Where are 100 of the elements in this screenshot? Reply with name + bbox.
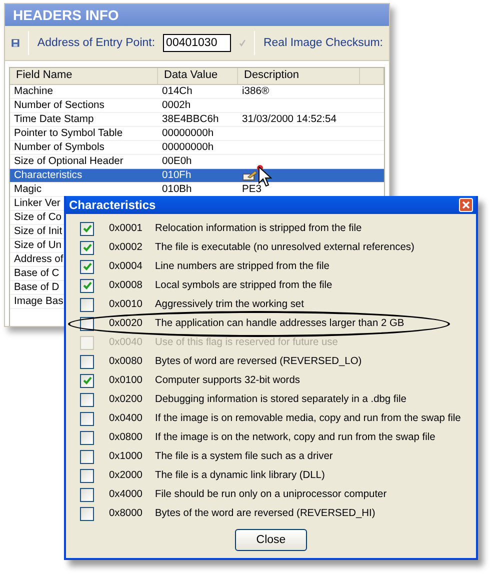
flag-row[interactable]: 0x0800 If the image is on the network, copy and run from the swap file xyxy=(80,428,476,447)
flag-description: Computer supports 32-bit words xyxy=(155,375,300,386)
flag-row[interactable]: 0x0400 If the image is on removable media, copy and run from the swap file xyxy=(80,409,476,428)
table-cell: 00E0h xyxy=(162,155,192,168)
table-cell: 014Ch xyxy=(162,85,192,98)
flag-row[interactable]: 0x0080 Bytes of word are reversed (REVERSED_LO) xyxy=(80,352,476,371)
window-title: HEADERS INFO xyxy=(5,4,389,26)
close-icon[interactable] xyxy=(459,198,473,212)
flag-code: 0x0001 xyxy=(109,223,144,234)
checkbox[interactable] xyxy=(80,450,94,464)
flag-code: 0x0020 xyxy=(109,318,144,329)
flag-code: 0x1000 xyxy=(109,451,144,462)
checkbox[interactable] xyxy=(80,354,94,368)
close-button[interactable]: Close xyxy=(235,529,307,551)
flag-description: File should be run only on a uniprocessor computer xyxy=(155,489,387,500)
flag-description: Bytes of the word are reversed (REVERSED_HI) xyxy=(155,508,376,519)
flag-code: 0x0002 xyxy=(109,242,144,253)
flag-row[interactable]: 0x0100 Computer supports 32-bit words xyxy=(80,371,476,390)
check-icon xyxy=(82,281,92,290)
flag-code: 0x0040 xyxy=(109,337,144,348)
column-header[interactable]: Description xyxy=(238,68,360,84)
flag-code: 0x0010 xyxy=(109,299,144,310)
flag-code: 0x0800 xyxy=(109,432,144,443)
flag-row[interactable]: 0x0010 Aggressively trim the working set xyxy=(80,295,476,314)
checkbox[interactable] xyxy=(80,260,94,274)
flag-code: 0x8000 xyxy=(109,508,144,519)
flag-row[interactable]: 0x0200 Debugging information is stored separately in a .dbg file xyxy=(80,390,476,409)
column-header[interactable]: Field Name xyxy=(10,68,158,84)
table-cell: Magic xyxy=(14,183,42,196)
check-icon xyxy=(82,243,92,252)
table-row[interactable]: Number of Symbols 00000000h xyxy=(10,141,384,155)
edit-icon[interactable] xyxy=(242,170,258,181)
table-row[interactable]: Number of Sections 0002h xyxy=(10,99,384,113)
table-row[interactable]: Machine 014Ch i386® xyxy=(10,85,384,99)
table-cell: Image Bas xyxy=(14,295,64,308)
column-header[interactable]: Data Value xyxy=(158,68,238,84)
flag-code: 0x0008 xyxy=(109,280,144,291)
checkbox[interactable] xyxy=(80,392,94,406)
flag-description: The file is a system file such as a driver xyxy=(155,451,333,462)
checksum-label: Real Image Checksum: xyxy=(263,37,384,49)
flag-description: Local symbols are stripped from the file xyxy=(155,280,332,291)
flag-row[interactable]: 0x0001 Relocation information is stripped from the file xyxy=(80,219,476,238)
flag-description: Relocation information is stripped from the file xyxy=(155,223,362,234)
checkbox[interactable] xyxy=(80,240,94,254)
checkbox[interactable] xyxy=(80,374,94,388)
checkbox[interactable] xyxy=(80,412,94,426)
entry-point-label: Address of Entry Point: xyxy=(37,37,156,49)
flag-description: Aggressively trim the working set xyxy=(155,299,304,310)
table-row[interactable]: Characteristics 010Fh xyxy=(10,169,384,183)
table-cell: Size of Init xyxy=(14,225,62,238)
flag-row[interactable]: 0x0008 Local symbols are stripped from the file xyxy=(80,276,476,295)
checkbox[interactable] xyxy=(80,430,94,444)
checkbox[interactable] xyxy=(80,468,94,482)
flag-row[interactable]: 0x0002 The file is executable (no unresolved external references) xyxy=(80,238,476,257)
check-icon xyxy=(82,224,92,233)
flag-code: 0x0080 xyxy=(109,356,144,367)
check-icon xyxy=(82,376,92,385)
checkbox[interactable] xyxy=(80,316,94,330)
flag-description: The file is a dynamic link library (DLL) xyxy=(155,470,325,481)
flag-row[interactable]: 0x8000 Bytes of the word are reversed (REVERSED_HI) xyxy=(80,504,476,523)
flag-description: If the image is on the network, copy and run from the swap file xyxy=(155,432,436,443)
checkbox[interactable] xyxy=(80,222,94,236)
flag-row[interactable]: 0x1000 The file is a system file such as a driver xyxy=(80,447,476,466)
flag-description: The file is executable (no unresolved external references) xyxy=(155,242,414,253)
table-cell: Address of xyxy=(14,253,64,266)
checkbox[interactable] xyxy=(80,278,94,292)
flag-code: 0x0200 xyxy=(109,394,144,405)
flag-description: Bytes of word are reversed (REVERSED_LO) xyxy=(155,356,362,367)
table-cell: PE3 xyxy=(242,183,262,196)
flag-code: 0x2000 xyxy=(109,470,144,481)
checkbox[interactable] xyxy=(80,298,94,312)
entry-point-field[interactable]: 00401030 xyxy=(163,34,232,52)
flag-row[interactable]: 0x0004 Line numbers are stripped from the file xyxy=(80,257,476,276)
flag-row[interactable]: 0x2000 The file is a dynamic link library (DLL) xyxy=(80,466,476,485)
flag-description: Line numbers are stripped from the file xyxy=(155,261,330,272)
table-cell: Size of Optional Header xyxy=(14,155,124,168)
table-cell: 00000000h xyxy=(162,141,214,154)
checkbox[interactable] xyxy=(80,506,94,520)
table-cell: 38E4BBC6h xyxy=(162,113,219,126)
dialog-title: Characteristics xyxy=(69,198,156,212)
flag-description: If the image is on removable media, copy and run from the swap file xyxy=(155,413,461,424)
table-cell: Time Date Stamp xyxy=(14,113,94,126)
table-cell: 31/03/2000 14:52:54 xyxy=(242,113,336,126)
flag-description: The application can handle addresses larger than 2 GB xyxy=(155,318,404,329)
table-cell: Linker Ver xyxy=(14,197,60,210)
flag-code: 0x4000 xyxy=(109,489,144,500)
flag-row[interactable]: 0x0020 The application can handle addresses larger than 2 GB xyxy=(80,314,476,333)
table-cell: Base of D xyxy=(14,281,60,294)
table-row[interactable]: Pointer to Symbol Table 00000000h xyxy=(10,127,384,141)
flag-description: Use of this flag is reserved for future use xyxy=(155,337,338,348)
flag-row[interactable]: 0x4000 File should be run only on a uniprocessor computer xyxy=(80,485,476,504)
table-cell: 010Fh xyxy=(162,169,192,182)
flag-description: Debugging information is stored separately in a .dbg file xyxy=(155,394,406,405)
table-cell: Machine xyxy=(14,85,53,98)
checkbox[interactable] xyxy=(80,488,94,502)
table-cell: 00000000h xyxy=(162,127,214,140)
table-row[interactable]: Time Date Stamp 38E4BBC6h 31/03/2000 14:52:54 xyxy=(10,113,384,127)
table-cell: 0002h xyxy=(162,99,191,112)
table-cell: Size of Co xyxy=(14,211,62,224)
flag-code: 0x0400 xyxy=(109,413,144,424)
